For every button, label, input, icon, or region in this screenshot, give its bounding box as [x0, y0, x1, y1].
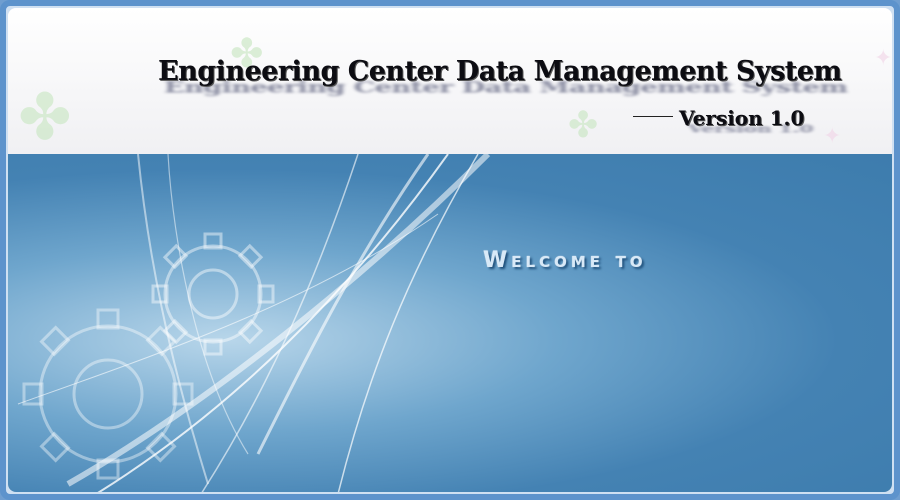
app-title: Engineering Center Data Management Syste…: [158, 56, 842, 87]
splash-window: ✤ ✤ ✤ ✦ ✦ Engineering Center Data Manage…: [0, 0, 900, 500]
welcome-text: Welcome to: [483, 248, 647, 273]
version-dash: [633, 116, 673, 117]
banner-artwork: [17, 154, 491, 492]
welcome-banner: Welcome to: [8, 154, 892, 492]
version-text: Version 1.0: [679, 106, 805, 130]
maple-leaf-icon: ✤: [18, 81, 72, 154]
version-label: Version 1.0: [633, 106, 804, 130]
gear-icon: [151, 232, 275, 356]
star-icon: ✦: [823, 124, 842, 149]
splash-header: ✤ ✤ ✤ ✦ ✦ Engineering Center Data Manage…: [8, 8, 892, 154]
splash-content: ✤ ✤ ✤ ✦ ✦ Engineering Center Data Manage…: [8, 8, 892, 492]
gear-icon: [22, 308, 194, 480]
star-icon: ✦: [874, 46, 892, 71]
